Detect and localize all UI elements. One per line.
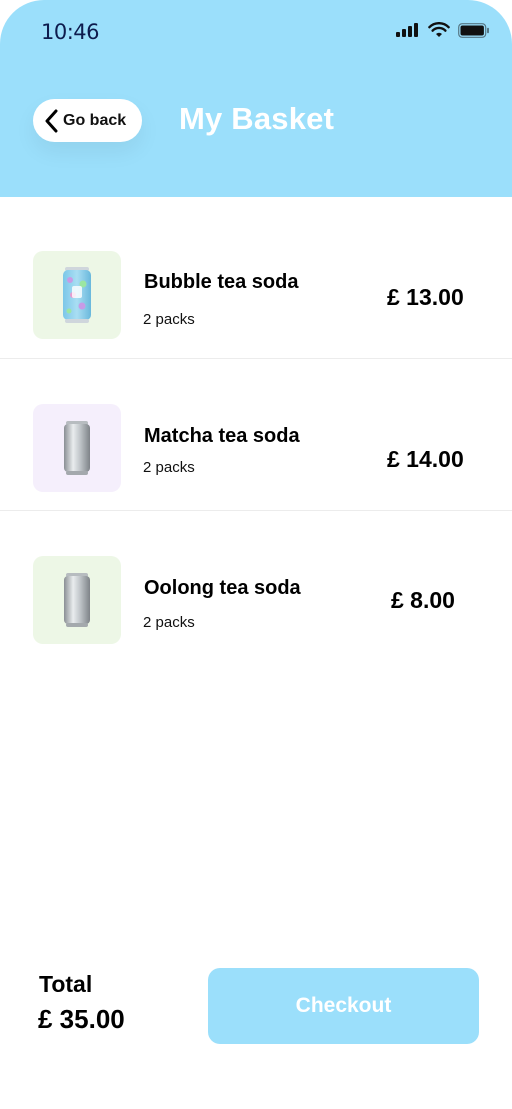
product-name: Matcha tea soda — [144, 425, 300, 447]
product-thumbnail — [33, 556, 121, 644]
product-thumbnail — [33, 404, 121, 492]
silver-can-icon — [64, 573, 90, 627]
go-back-label: Go back — [63, 111, 127, 129]
product-thumbnail — [33, 251, 121, 339]
page-title: My Basket — [179, 101, 335, 136]
total-label: Total — [39, 971, 93, 997]
basket-item[interactable]: Bubble tea soda 2 packs £ 13.00 — [0, 197, 512, 359]
product-name: Bubble tea soda — [144, 271, 299, 293]
signal-icon — [396, 23, 418, 37]
product-price: £ 14.00 — [387, 446, 464, 472]
product-name: Oolong tea soda — [144, 577, 301, 599]
product-quantity: 2 packs — [143, 311, 195, 328]
checkout-button[interactable]: Checkout — [208, 968, 479, 1044]
basket-item[interactable]: Oolong tea soda 2 packs £ 8.00 — [0, 511, 512, 663]
basket-list: Bubble tea soda 2 packs £ 13.00 Matcha t… — [0, 197, 512, 663]
silver-can-icon — [64, 421, 90, 475]
app-screen: 10:46 Go back My Basket Bubble tea soda … — [0, 0, 512, 1109]
status-icons — [396, 22, 490, 38]
wifi-icon — [428, 22, 450, 37]
product-quantity: 2 packs — [143, 614, 195, 631]
go-back-button[interactable]: Go back — [33, 99, 142, 142]
chevron-left-icon — [45, 109, 58, 132]
basket-item[interactable]: Matcha tea soda 2 packs £ 14.00 — [0, 359, 512, 511]
product-quantity: 2 packs — [143, 459, 195, 476]
battery-icon — [458, 22, 489, 38]
header: 10:46 Go back My Basket — [0, 0, 512, 197]
total-value: £ 35.00 — [38, 1004, 125, 1034]
product-price: £ 8.00 — [391, 587, 455, 613]
bubble-tea-can-icon — [63, 267, 91, 323]
status-time: 10:46 — [41, 20, 100, 44]
product-price: £ 13.00 — [387, 284, 464, 310]
